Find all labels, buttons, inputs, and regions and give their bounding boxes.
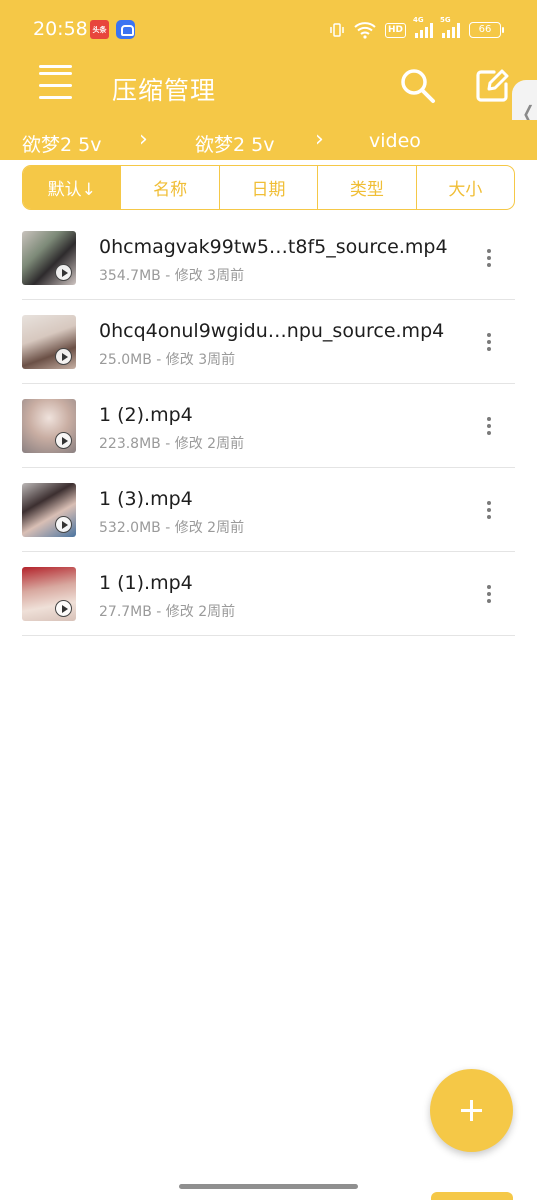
file-name: 1 (1).mp4: [99, 572, 193, 594]
edit-button[interactable]: [472, 66, 512, 106]
file-meta: 354.7MB - 修改 3周前: [99, 268, 245, 284]
home-indicator[interactable]: [179, 1184, 358, 1189]
file-name: 0hcq4onul9wgidu…npu_source.mp4: [99, 320, 445, 342]
signal-5g-icon: 5G: [440, 16, 460, 38]
sort-tab-name[interactable]: 名称: [120, 166, 218, 209]
video-thumbnail: [22, 315, 76, 369]
file-meta: 25.0MB - 修改 3周前: [99, 352, 236, 368]
list-item[interactable]: 1 (3).mp4 532.0MB - 修改 2周前: [0, 468, 537, 552]
status-icons: HD 4G 5G 66: [329, 16, 504, 40]
battery-icon: 66: [469, 22, 504, 38]
sort-tabs: 默认↓ 名称 日期 类型 大小: [22, 165, 515, 210]
sort-tab-default[interactable]: 默认↓: [23, 166, 121, 209]
list-item[interactable]: 0hcq4onul9wgidu…npu_source.mp4 25.0MB - …: [0, 300, 537, 384]
video-thumbnail: [22, 231, 76, 285]
video-thumbnail: [22, 399, 76, 453]
search-button[interactable]: [398, 66, 438, 106]
play-icon: [55, 264, 72, 281]
edit-icon: [476, 69, 509, 102]
more-options-icon[interactable]: [478, 330, 500, 354]
page-title: 压缩管理: [112, 76, 217, 105]
vibrate-icon: [330, 23, 344, 37]
signal-4g-icon: 4G: [413, 16, 433, 38]
chat-app-icon: [116, 20, 135, 39]
more-options-icon[interactable]: [478, 246, 500, 270]
notification-dot-icon: [39, 65, 72, 68]
play-icon: [55, 348, 72, 365]
file-meta: 223.8MB - 修改 2周前: [99, 436, 245, 452]
play-icon: [55, 516, 72, 533]
bottom-sheet-peek[interactable]: [431, 1192, 513, 1200]
toutiao-app-icon: 头条: [90, 20, 109, 39]
file-meta: 532.0MB - 修改 2周前: [99, 520, 245, 536]
video-thumbnail: [22, 567, 76, 621]
breadcrumb-item[interactable]: 欲梦2 5v: [195, 130, 274, 157]
sort-tab-type[interactable]: 类型: [317, 166, 415, 209]
file-list: 0hcmagvak99tw5…t8f5_source.mp4 354.7MB -…: [0, 216, 537, 636]
file-name: 0hcmagvak99tw5…t8f5_source.mp4: [99, 236, 448, 258]
list-item[interactable]: 1 (2).mp4 223.8MB - 修改 2周前: [0, 384, 537, 468]
list-item[interactable]: 0hcmagvak99tw5…t8f5_source.mp4 354.7MB -…: [0, 216, 537, 300]
list-item[interactable]: 1 (1).mp4 27.7MB - 修改 2周前: [0, 552, 537, 636]
status-bar: 20:58 头条 HD 4G 5G 66: [0, 0, 537, 58]
add-button[interactable]: [430, 1069, 513, 1152]
search-icon: [401, 69, 435, 103]
file-manager-screen: 20:58 头条 HD 4G 5G 66 压缩管理 ❬ 欲梦2 5v › 欲梦2…: [0, 0, 537, 1200]
more-options-icon[interactable]: [478, 414, 500, 438]
file-name: 1 (3).mp4: [99, 488, 193, 510]
sort-tab-date[interactable]: 日期: [218, 166, 317, 209]
status-time: 20:58: [33, 18, 88, 40]
breadcrumb-item-current[interactable]: video: [369, 130, 421, 152]
wifi-icon: [354, 22, 376, 39]
menu-button[interactable]: [37, 65, 75, 104]
video-thumbnail: [22, 483, 76, 537]
breadcrumb-item[interactable]: 欲梦2 5v: [22, 130, 101, 157]
more-options-icon[interactable]: [478, 582, 500, 606]
file-meta: 27.7MB - 修改 2周前: [99, 604, 236, 620]
play-icon: [55, 432, 72, 449]
sort-tab-size[interactable]: 大小: [415, 166, 514, 209]
app-bar: 压缩管理: [0, 58, 537, 120]
more-options-icon[interactable]: [478, 498, 500, 522]
file-name: 1 (2).mp4: [99, 404, 193, 426]
play-icon: [55, 600, 72, 617]
chevron-right-icon: ›: [315, 127, 324, 152]
chevron-right-icon: ›: [139, 127, 148, 152]
breadcrumb: 欲梦2 5v › 欲梦2 5v › video: [0, 120, 537, 160]
hd-voice-icon: HD: [384, 22, 406, 38]
